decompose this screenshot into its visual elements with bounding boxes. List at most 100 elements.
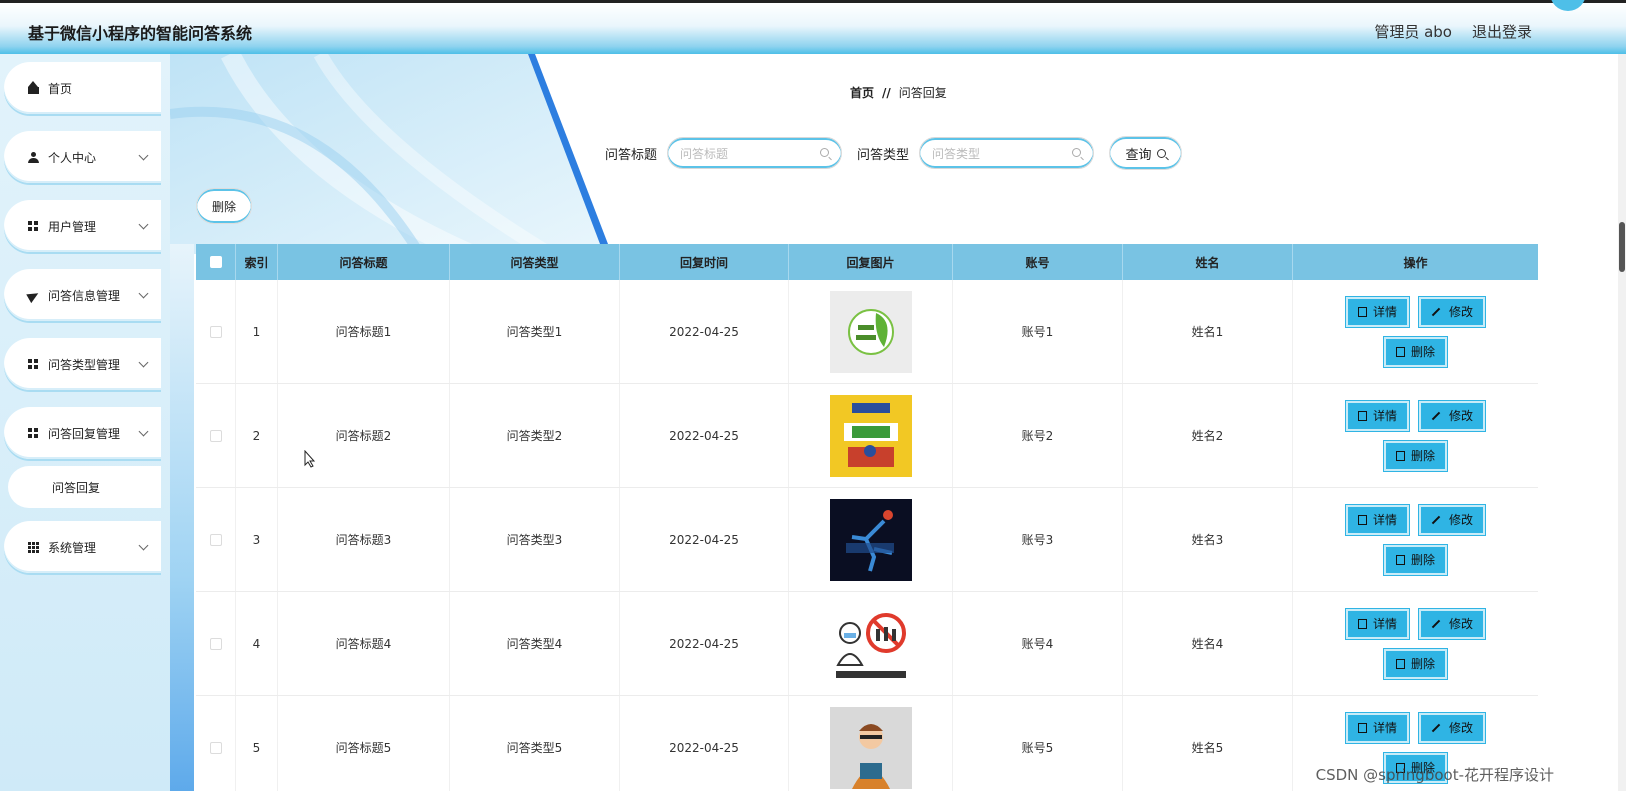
column-header: 账号 <box>953 244 1123 280</box>
pencil-icon <box>1431 307 1441 316</box>
mouse-cursor-icon <box>304 450 316 468</box>
main-content: 首页 // 问答回复 问答标题 问答标题 问答类型 问答类型 查询 删除 索引 问答… <box>170 54 1626 791</box>
delete-button[interactable]: 删除 <box>1382 647 1449 680</box>
chevron-down-icon <box>138 426 149 436</box>
breadcrumb-home[interactable]: 首页 <box>850 86 874 100</box>
edit-button[interactable]: 修改 <box>1417 607 1487 640</box>
sidebar: 首页 个人中心 用户管理 问答信息管理 问答类型管理 问答回复管理 问答回复 系… <box>0 54 170 791</box>
row-checkbox[interactable] <box>209 637 222 650</box>
table-row: 3 问答标题3 问答类型3 2022-04-25 账号3 姓名3 详情 修改 删… <box>196 488 1538 592</box>
edit-button[interactable]: 修改 <box>1417 295 1487 328</box>
document-icon <box>1357 410 1367 421</box>
avatar[interactable] <box>1550 0 1586 11</box>
detail-button-label: 详情 <box>1372 617 1397 631</box>
detail-button[interactable]: 详情 <box>1344 503 1411 536</box>
search-icon <box>820 148 830 157</box>
cell-account: 账号2 <box>953 384 1123 487</box>
sidebar-item-user-management[interactable]: 用户管理 <box>4 200 161 252</box>
document-icon <box>1357 722 1367 733</box>
logout-link[interactable]: 退出登录 <box>1472 21 1532 42</box>
sidebar-item-qa-info-management[interactable]: 问答信息管理 <box>4 269 161 321</box>
column-header: 问答标题 <box>278 244 450 280</box>
cell-time: 2022-04-25 <box>620 488 789 591</box>
edit-button-label: 修改 <box>1449 617 1474 631</box>
cell-name: 姓名2 <box>1123 384 1293 487</box>
bulk-delete-button[interactable]: 删除 <box>196 188 252 224</box>
detail-button[interactable]: 详情 <box>1344 399 1411 432</box>
row-checkbox[interactable] <box>209 741 222 754</box>
search-icon <box>1072 148 1082 157</box>
delete-button-label: 删除 <box>1410 345 1435 359</box>
cell-index: 5 <box>236 696 278 791</box>
sidebar-item-label: 用户管理 <box>48 219 97 234</box>
select-all-checkbox[interactable] <box>209 256 222 268</box>
detail-button[interactable]: 详情 <box>1344 711 1411 744</box>
cell-type: 问答类型5 <box>450 696 620 791</box>
row-checkbox[interactable] <box>209 533 222 546</box>
cell-account: 账号3 <box>953 488 1123 591</box>
cell-image <box>789 696 953 791</box>
pencil-icon <box>1431 515 1441 524</box>
sidebar-item-system-management[interactable]: 系统管理 <box>4 521 161 573</box>
vertical-scrollbar[interactable] <box>1618 54 1626 791</box>
current-user: 管理员 abo <box>1374 23 1452 41</box>
trash-icon <box>1395 346 1405 357</box>
delete-button[interactable]: 删除 <box>1382 335 1449 368</box>
cell-type: 问答类型3 <box>450 488 620 591</box>
edit-button[interactable]: 修改 <box>1417 711 1487 744</box>
cell-type: 问答类型1 <box>450 280 620 383</box>
sidebar-subitem-qa-reply[interactable]: 问答回复 <box>8 466 161 508</box>
chevron-down-icon <box>138 357 149 367</box>
title-search-input[interactable]: 问答标题 <box>667 137 843 169</box>
cell-title: 问答标题5 <box>278 696 450 791</box>
document-icon <box>1357 306 1367 317</box>
life-tips-logo-image[interactable] <box>829 290 912 373</box>
reading-man-image[interactable] <box>829 706 912 789</box>
delete-button-label: 删除 <box>1410 553 1435 567</box>
cell-actions: 详情 修改 删除 <box>1293 488 1538 591</box>
title-search-placeholder: 问答标题 <box>680 146 729 161</box>
cell-title: 问答标题2 <box>278 384 450 487</box>
row-select-cell <box>196 592 236 695</box>
cell-index: 1 <box>236 280 278 383</box>
cell-name: 姓名1 <box>1123 280 1293 383</box>
cell-name: 姓名4 <box>1123 592 1293 695</box>
type-search-input[interactable]: 问答类型 <box>919 137 1095 169</box>
column-header: 索引 <box>236 244 278 280</box>
trash-icon <box>1395 554 1405 565</box>
edit-button-label: 修改 <box>1449 305 1474 319</box>
chevron-down-icon <box>138 150 149 160</box>
sidebar-item-qa-reply-management[interactable]: 问答回复管理 <box>4 407 161 459</box>
no-gathering-sign-image[interactable] <box>829 602 912 685</box>
detail-button[interactable]: 详情 <box>1344 607 1411 640</box>
row-checkbox[interactable] <box>209 429 222 442</box>
cell-title: 问答标题1 <box>278 280 450 383</box>
cell-image <box>789 384 953 487</box>
query-button[interactable]: 查询 <box>1109 136 1183 170</box>
cell-image <box>789 280 953 383</box>
detail-button[interactable]: 详情 <box>1344 295 1411 328</box>
type-search-placeholder: 问答类型 <box>932 146 981 161</box>
cell-actions: 详情 修改 删除 <box>1293 384 1538 487</box>
sport-runner-image[interactable] <box>829 498 912 581</box>
edit-button[interactable]: 修改 <box>1417 399 1487 432</box>
grid-icon <box>28 220 39 232</box>
user-icon <box>28 151 39 163</box>
scrollbar-thumb[interactable] <box>1619 222 1625 272</box>
row-select-cell <box>196 488 236 591</box>
trash-icon <box>1395 450 1405 461</box>
cell-account: 账号1 <box>953 280 1123 383</box>
sidebar-item-home[interactable]: 首页 <box>4 62 161 114</box>
edit-button[interactable]: 修改 <box>1417 503 1487 536</box>
chevron-down-icon <box>138 288 149 298</box>
life-book-cover-image[interactable] <box>829 394 912 477</box>
delete-button[interactable]: 删除 <box>1382 439 1449 472</box>
sidebar-item-personal-center[interactable]: 个人中心 <box>4 131 161 183</box>
grid-icon <box>28 427 39 439</box>
sidebar-item-qa-type-management[interactable]: 问答类型管理 <box>4 338 161 390</box>
cell-actions: 详情 修改 删除 <box>1293 592 1538 695</box>
sidebar-item-label: 问答回复管理 <box>48 426 121 441</box>
row-checkbox[interactable] <box>209 325 222 338</box>
delete-button[interactable]: 删除 <box>1382 543 1449 576</box>
row-select-cell <box>196 384 236 487</box>
